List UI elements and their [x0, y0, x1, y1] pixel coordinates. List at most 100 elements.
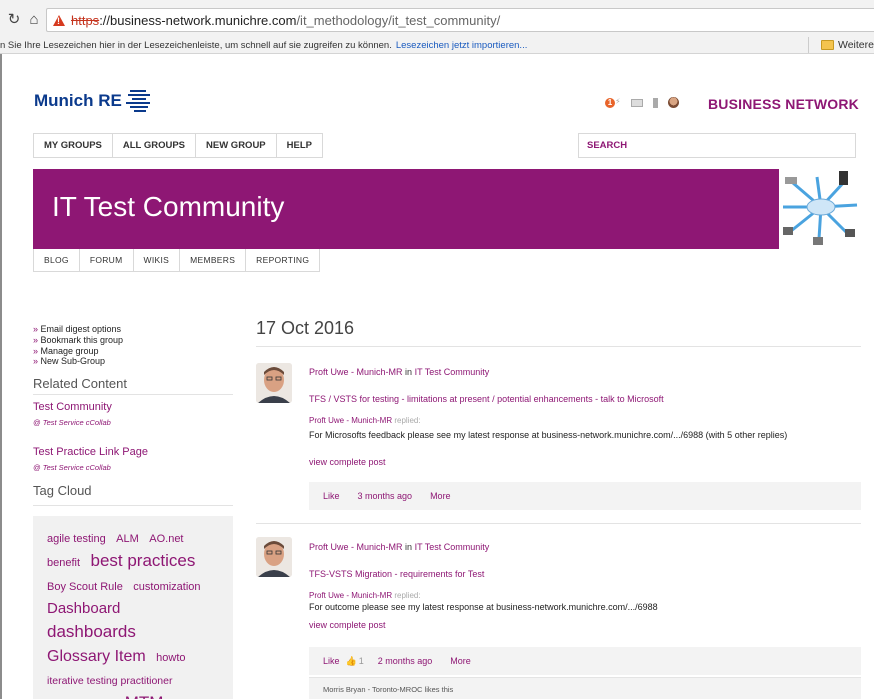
related-content-heading: Related Content — [33, 376, 127, 391]
related-link[interactable]: Test Practice Link Page — [33, 446, 148, 458]
network-graphic-icon — [783, 171, 858, 245]
tab-wikis[interactable]: WIKIS — [134, 249, 181, 271]
url-host: ://business-network.munichre.com — [99, 12, 297, 28]
likes-summary: Morris Bryan - Toronto-MROC likes this — [309, 677, 861, 699]
logo-mark-icon — [125, 90, 152, 112]
author-avatar[interactable] — [256, 537, 292, 577]
search-input[interactable]: SEARCH — [578, 133, 856, 158]
reply-text: For Microsofts feedback please see my la… — [309, 430, 788, 440]
post-community-link[interactable]: IT Test Community — [415, 542, 490, 552]
nav-help[interactable]: HELP — [277, 134, 322, 157]
related-item: Test Community @ Test Service cCollab — [33, 401, 112, 427]
post-title-link[interactable]: TFS-VSTS Migration - requirements for Te… — [309, 569, 484, 579]
author-avatar[interactable] — [256, 363, 292, 403]
security-warning-icon[interactable] — [53, 14, 65, 26]
home-icon[interactable]: ⌂ — [24, 9, 44, 29]
browser-chrome: ↻ ⌂ https://business-network.munichre.co… — [0, 0, 874, 54]
related-source: @ Test Service cCollab — [33, 418, 111, 427]
tag-link[interactable]: dashboards — [47, 622, 136, 641]
tag-link[interactable]: customization — [133, 581, 200, 593]
tab-members[interactable]: MEMBERS — [180, 249, 247, 271]
import-bookmarks-link[interactable]: Lesezeichen jetzt importieren... — [396, 40, 527, 51]
page-title: IT Test Community — [52, 191, 285, 222]
url-path: /it_methodology/it_test_community/ — [296, 12, 501, 28]
like-button[interactable]: Like — [323, 656, 340, 666]
tag-cloud-heading: Tag Cloud — [33, 483, 92, 498]
in-label: in — [405, 542, 413, 552]
community-nav: BLOG FORUM WIKIS MEMBERS REPORTING — [33, 249, 321, 272]
post-actions: Like 3 months ago More — [309, 482, 861, 510]
tag-link[interactable]: agile testing — [47, 533, 106, 545]
more-button[interactable]: More — [430, 491, 451, 501]
person-photo-icon — [256, 363, 292, 403]
tag-link[interactable]: Dashboard — [47, 600, 120, 617]
divider — [256, 346, 861, 347]
thumbs-up-icon: 👍 — [345, 655, 357, 666]
post-actions: Like 👍 1 2 months ago More — [309, 647, 861, 675]
reply-text: For outcome please see my latest respons… — [309, 602, 658, 612]
tag-link[interactable]: iterative testing practitioner — [47, 675, 172, 687]
new-subgroup-link[interactable]: New Sub-Group — [33, 356, 123, 367]
email-digest-link[interactable]: Email digest options — [33, 324, 123, 335]
reply-verb: replied: — [394, 591, 421, 600]
tab-forum[interactable]: FORUM — [80, 249, 134, 271]
post-author-link[interactable]: Proft Uwe - Munich-MR — [309, 367, 403, 377]
tab-reporting[interactable]: REPORTING — [246, 249, 319, 271]
main-nav: MY GROUPS ALL GROUPS NEW GROUP HELP — [33, 133, 323, 158]
related-source: @ Test Service cCollab — [33, 463, 111, 472]
view-post-link[interactable]: view complete post — [309, 457, 386, 467]
munich-re-logo[interactable]: Munich RE — [34, 90, 152, 112]
tag-link[interactable]: howto — [156, 652, 185, 664]
divider — [256, 523, 861, 524]
url-scheme: https — [71, 12, 100, 28]
tag-link[interactable]: AO.net — [149, 533, 183, 545]
window-edge — [0, 54, 2, 699]
person-photo-icon — [256, 537, 292, 577]
post-title-link[interactable]: TFS / VSTS for testing - limitations at … — [309, 394, 664, 404]
nav-all-groups[interactable]: ALL GROUPS — [113, 134, 196, 157]
reply-verb: replied: — [394, 416, 421, 425]
manage-group-link[interactable]: Manage group — [33, 346, 123, 357]
network-illustration — [779, 169, 863, 249]
tag-link[interactable]: Glossary Item — [47, 648, 146, 665]
in-label: in — [405, 367, 413, 377]
brand-title[interactable]: BUSINESS NETWORK — [708, 96, 859, 112]
bookmark-group-link[interactable]: Bookmark this group — [33, 335, 124, 346]
logo-text: Munich RE — [34, 91, 122, 110]
address-bar[interactable]: https://business-network.munichre.com/it… — [46, 8, 874, 32]
reload-icon[interactable]: ↻ — [4, 9, 24, 29]
post-author-link[interactable]: Proft Uwe - Munich-MR — [309, 542, 403, 552]
notification-icon[interactable]: 1 — [605, 97, 621, 108]
mail-icon[interactable] — [631, 98, 643, 107]
related-link[interactable]: Test Community — [33, 401, 112, 413]
other-bookmarks-label: Weitere — [838, 39, 874, 51]
user-avatar[interactable] — [668, 97, 679, 108]
tab-blog[interactable]: BLOG — [34, 249, 80, 271]
view-post-link[interactable]: view complete post — [309, 620, 386, 630]
header-icons: 1 — [605, 97, 679, 108]
nav-my-groups[interactable]: MY GROUPS — [34, 134, 113, 157]
post-meta: Proft Uwe - Munich-MR in IT Test Communi… — [309, 367, 489, 377]
bookmarks-hint: n Sie Ihre Lesezeichen hier in der Lesez… — [0, 39, 392, 51]
bookmark-icon[interactable] — [653, 97, 658, 108]
tag-link[interactable]: Boy Scout Rule — [47, 581, 123, 593]
date-heading: 17 Oct 2016 — [256, 318, 355, 338]
related-item: Test Practice Link Page @ Test Service c… — [33, 446, 148, 472]
post-time-link[interactable]: 2 months ago — [378, 656, 433, 666]
community-banner: IT Test Community — [33, 169, 779, 249]
post-community-link[interactable]: IT Test Community — [415, 367, 490, 377]
tag-cloud: agile testing ALM AO.net benefit best pr… — [33, 516, 233, 699]
other-bookmarks-button[interactable]: Weitere — [808, 37, 874, 53]
like-button[interactable]: Like — [323, 491, 340, 501]
tag-link[interactable]: MTM — [125, 693, 164, 699]
tag-link[interactable]: benefit — [47, 557, 80, 569]
reply-author-link[interactable]: Proft Uwe - Munich-MR — [309, 416, 392, 425]
tag-link[interactable]: ALM — [116, 533, 139, 545]
divider — [33, 394, 233, 395]
more-button[interactable]: More — [450, 656, 471, 666]
reply-author-link[interactable]: Proft Uwe - Munich-MR — [309, 591, 392, 600]
nav-new-group[interactable]: NEW GROUP — [196, 134, 277, 157]
tag-link[interactable]: best practices — [90, 551, 195, 570]
post-time-link[interactable]: 3 months ago — [358, 491, 413, 501]
folder-icon — [821, 40, 834, 50]
